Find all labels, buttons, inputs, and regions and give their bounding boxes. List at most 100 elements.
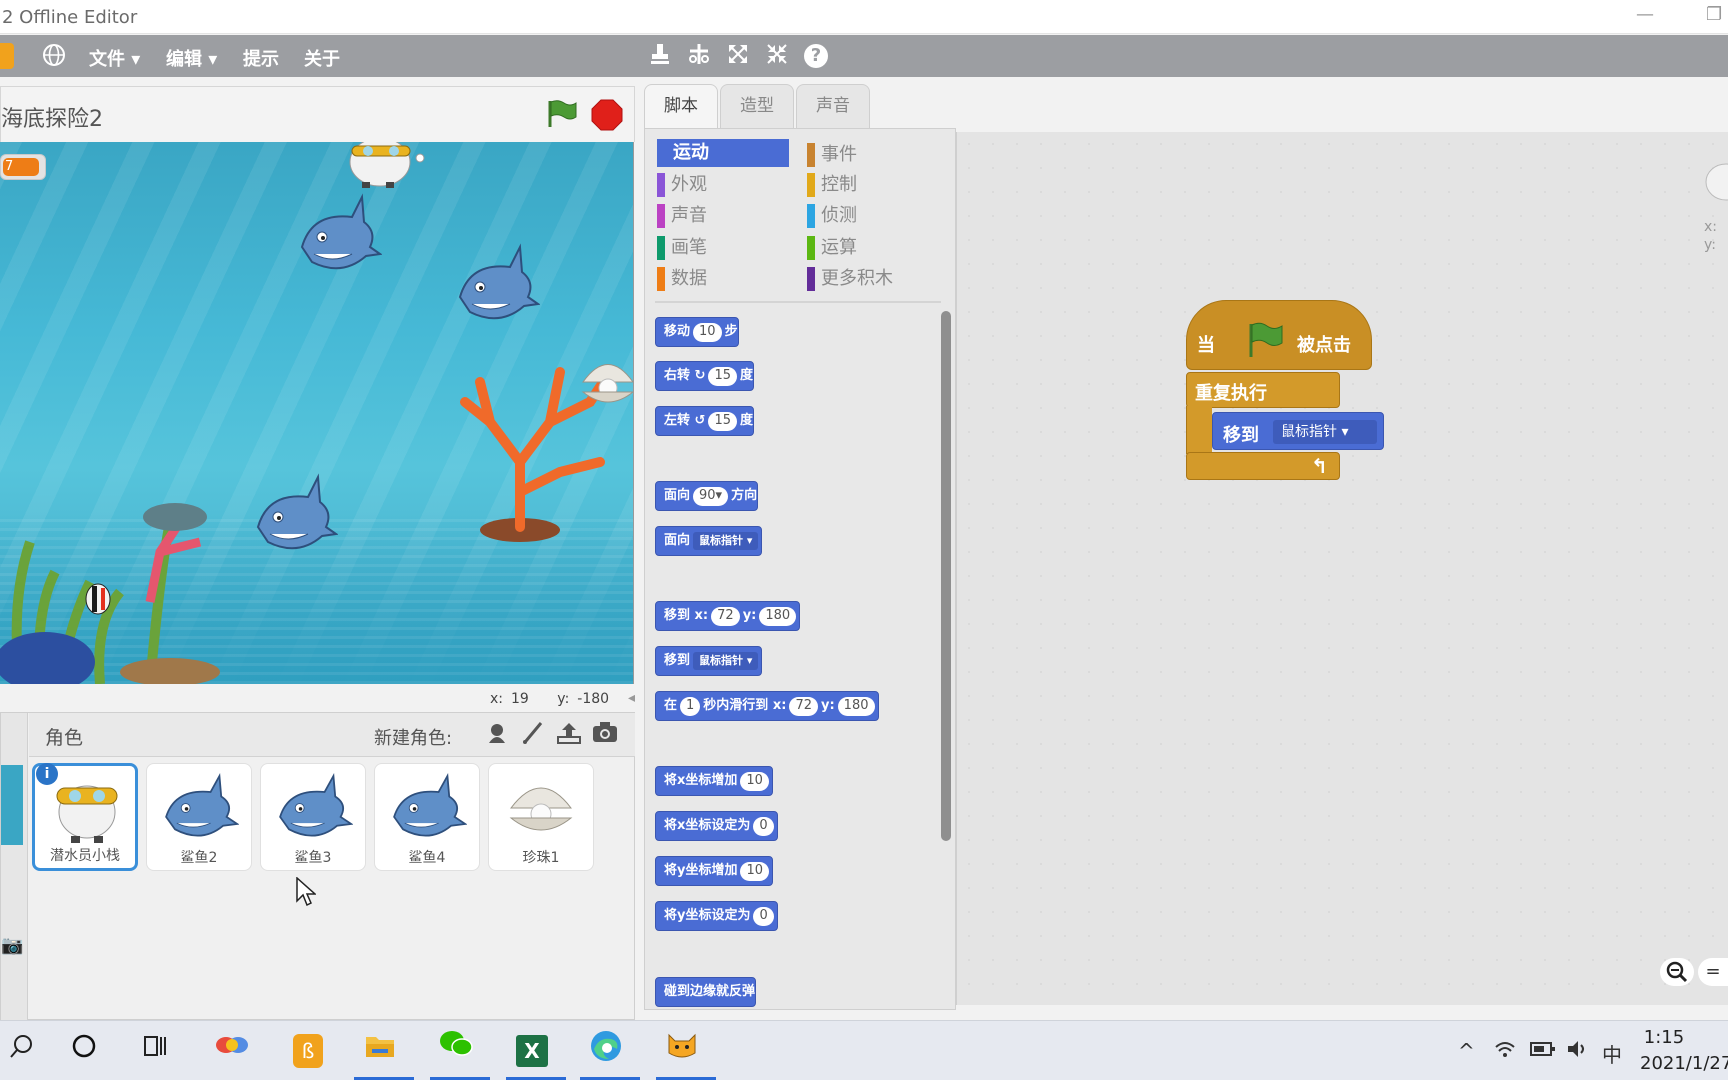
sprite-tile-pearl1[interactable]: 珍珠1 <box>488 763 594 871</box>
forever-block[interactable]: 重复执行 <box>1186 372 1340 408</box>
menu-edit[interactable]: 编辑 ▾ <box>166 45 217 71</box>
block-bounce-on-edge[interactable]: 碰到边缘就反弹 <box>655 977 757 1007</box>
block-dropdown[interactable]: 鼠标指针 ▾ <box>693 532 759 550</box>
block-dropdown[interactable]: 鼠标指针 ▾ <box>693 652 759 670</box>
block-turn-left[interactable]: 左转 ↺ 15 度 <box>655 406 755 436</box>
category-events[interactable]: 事件 <box>807 141 939 169</box>
palette-scrollbar[interactable] <box>941 311 951 841</box>
delete-scissors-icon[interactable] <box>685 42 713 70</box>
block-set-y[interactable]: 将y坐标设定为 0 <box>655 901 778 931</box>
battery-icon[interactable] <box>1530 1039 1556 1063</box>
go-to-mouse-block[interactable]: 移到 鼠标指针 ▾ <box>1212 412 1384 450</box>
green-flag-icon[interactable] <box>544 97 578 131</box>
search-icon[interactable] <box>0 1029 44 1073</box>
when-flag-clicked-block[interactable]: 当 被点击 <box>1186 300 1372 370</box>
diver-sprite[interactable] <box>340 142 430 192</box>
wechat-icon[interactable] <box>434 1029 478 1073</box>
show-hidden-icons-icon[interactable]: ^ <box>1458 1039 1475 1063</box>
task-view-icon[interactable] <box>133 1029 177 1073</box>
category-operators[interactable]: 运算 <box>807 234 939 262</box>
sprite-tile-shark4[interactable]: 鲨鱼4 <box>374 763 480 871</box>
block-point-in-direction[interactable]: 面向 90▾ 方向 <box>655 481 759 511</box>
shark-sprite[interactable] <box>292 192 382 282</box>
stop-sign-icon[interactable] <box>591 99 623 131</box>
tab-sounds[interactable]: 声音 <box>796 84 870 128</box>
restore-button[interactable]: ❐ <box>1706 4 1722 25</box>
file-explorer-icon[interactable] <box>358 1029 402 1073</box>
block-glide[interactable]: 在 1 秒内滑行到 x: 72 y: 180 <box>655 691 879 721</box>
help-icon[interactable]: ? <box>802 42 830 70</box>
menu-file[interactable]: 文件 ▾ <box>89 45 140 71</box>
block-number-input[interactable]: 15 <box>708 412 737 431</box>
choose-sprite-library-icon[interactable] <box>483 721 511 749</box>
stage-thumbnail-strip[interactable]: 📷 <box>1 713 28 1021</box>
block-number-input[interactable]: 10 <box>740 772 769 791</box>
cortana-icon[interactable] <box>62 1029 106 1073</box>
grow-icon[interactable] <box>724 42 752 70</box>
sprite-tile-shark3[interactable]: 鲨鱼3 <box>260 763 366 871</box>
upload-sprite-icon[interactable] <box>555 721 583 749</box>
camera-icon[interactable] <box>591 721 619 749</box>
stage-thumbnail[interactable] <box>1 765 23 845</box>
shrink-icon[interactable] <box>763 42 791 70</box>
pearl-shell-sprite[interactable] <box>578 352 634 412</box>
stage-canvas[interactable]: 7 <box>0 142 634 684</box>
block-go-to-xy[interactable]: 移到 x: 72 y: 180 <box>655 601 801 631</box>
scratch-app-orange-icon[interactable]: ß <box>286 1029 330 1073</box>
input-method-indicator[interactable]: 中 <box>1602 1039 1622 1068</box>
block-number-input[interactable]: 72 <box>711 607 740 626</box>
block-set-x[interactable]: 将x坐标设定为 0 <box>655 811 778 841</box>
system-clock[interactable]: 1:15 2021/1/27 <box>1640 1025 1728 1077</box>
zoom-reset-button[interactable]: = <box>1698 958 1728 986</box>
category-more-blocks[interactable]: 更多积木 <box>807 265 939 293</box>
tab-scripts[interactable]: 脚本 <box>644 84 718 128</box>
block-number-input[interactable]: 180 <box>837 697 875 716</box>
block-number-input[interactable]: 180 <box>759 607 797 626</box>
scratch-cat-icon[interactable] <box>660 1029 704 1073</box>
block-go-to[interactable]: 移到 鼠标指针 ▾ <box>655 646 763 676</box>
menu-tips[interactable]: 提示 <box>243 45 279 71</box>
shark-sprite[interactable] <box>450 242 540 332</box>
category-data[interactable]: 数据 <box>657 265 789 293</box>
category-control[interactable]: 控制 <box>807 171 939 199</box>
minimize-button[interactable]: — <box>1636 4 1654 25</box>
edge-browser-icon[interactable] <box>584 1029 628 1073</box>
block-change-x[interactable]: 将x坐标增加 10 <box>655 766 773 796</box>
block-number-input[interactable]: 0 <box>753 817 774 836</box>
sprite-tile-diver[interactable]: i 潜水员小栈 <box>32 763 138 871</box>
project-title[interactable]: 海底探险2 <box>1 101 103 133</box>
block-number-input[interactable]: 0 <box>753 907 774 926</box>
duplicate-stamp-icon[interactable] <box>646 42 674 70</box>
block-number-input[interactable]: 15 <box>708 367 737 386</box>
sprite-tile-shark2[interactable]: 鲨鱼2 <box>146 763 252 871</box>
block-turn-right[interactable]: 右转 ↻ 15 度 <box>655 361 755 391</box>
block-number-input[interactable]: 10 <box>693 323 722 342</box>
zoom-out-button[interactable] <box>1660 958 1694 986</box>
category-sound[interactable]: 声音 <box>657 202 789 230</box>
colorful-app-icon[interactable] <box>210 1029 254 1073</box>
wifi-icon[interactable] <box>1494 1039 1516 1064</box>
tab-costumes[interactable]: 造型 <box>720 84 794 128</box>
block-point-towards[interactable]: 面向 鼠标指针 ▾ <box>655 526 763 556</box>
category-sensing[interactable]: 侦测 <box>807 202 939 230</box>
mouse-coordinates: x: 19 y: -180 <box>490 691 609 707</box>
block-number-input[interactable]: 72 <box>789 697 818 716</box>
language-globe-icon[interactable] <box>40 42 68 70</box>
collapse-arrow-icon[interactable]: ◂ <box>628 690 635 706</box>
category-looks[interactable]: 外观 <box>657 171 789 199</box>
volume-icon[interactable] <box>1566 1039 1590 1064</box>
block-move-steps[interactable]: 移动 10 步 <box>655 317 739 347</box>
category-motion[interactable]: 运动 <box>657 139 789 167</box>
camera-icon[interactable]: 📷 <box>1 935 23 956</box>
go-to-target-dropdown[interactable]: 鼠标指针 ▾ <box>1273 420 1377 444</box>
block-number-input[interactable]: 90▾ <box>693 487 729 506</box>
category-pen[interactable]: 画笔 <box>657 234 789 262</box>
menu-about[interactable]: 关于 <box>304 45 340 71</box>
block-number-input[interactable]: 10 <box>740 862 770 881</box>
block-change-y[interactable]: 将y坐标增加 10 <box>655 856 774 886</box>
script-area[interactable] <box>956 132 1728 1005</box>
excel-icon[interactable]: X <box>510 1029 554 1073</box>
paint-brush-icon[interactable] <box>519 721 547 749</box>
block-number-input[interactable]: 1 <box>680 697 701 716</box>
shark-sprite[interactable] <box>248 472 338 562</box>
